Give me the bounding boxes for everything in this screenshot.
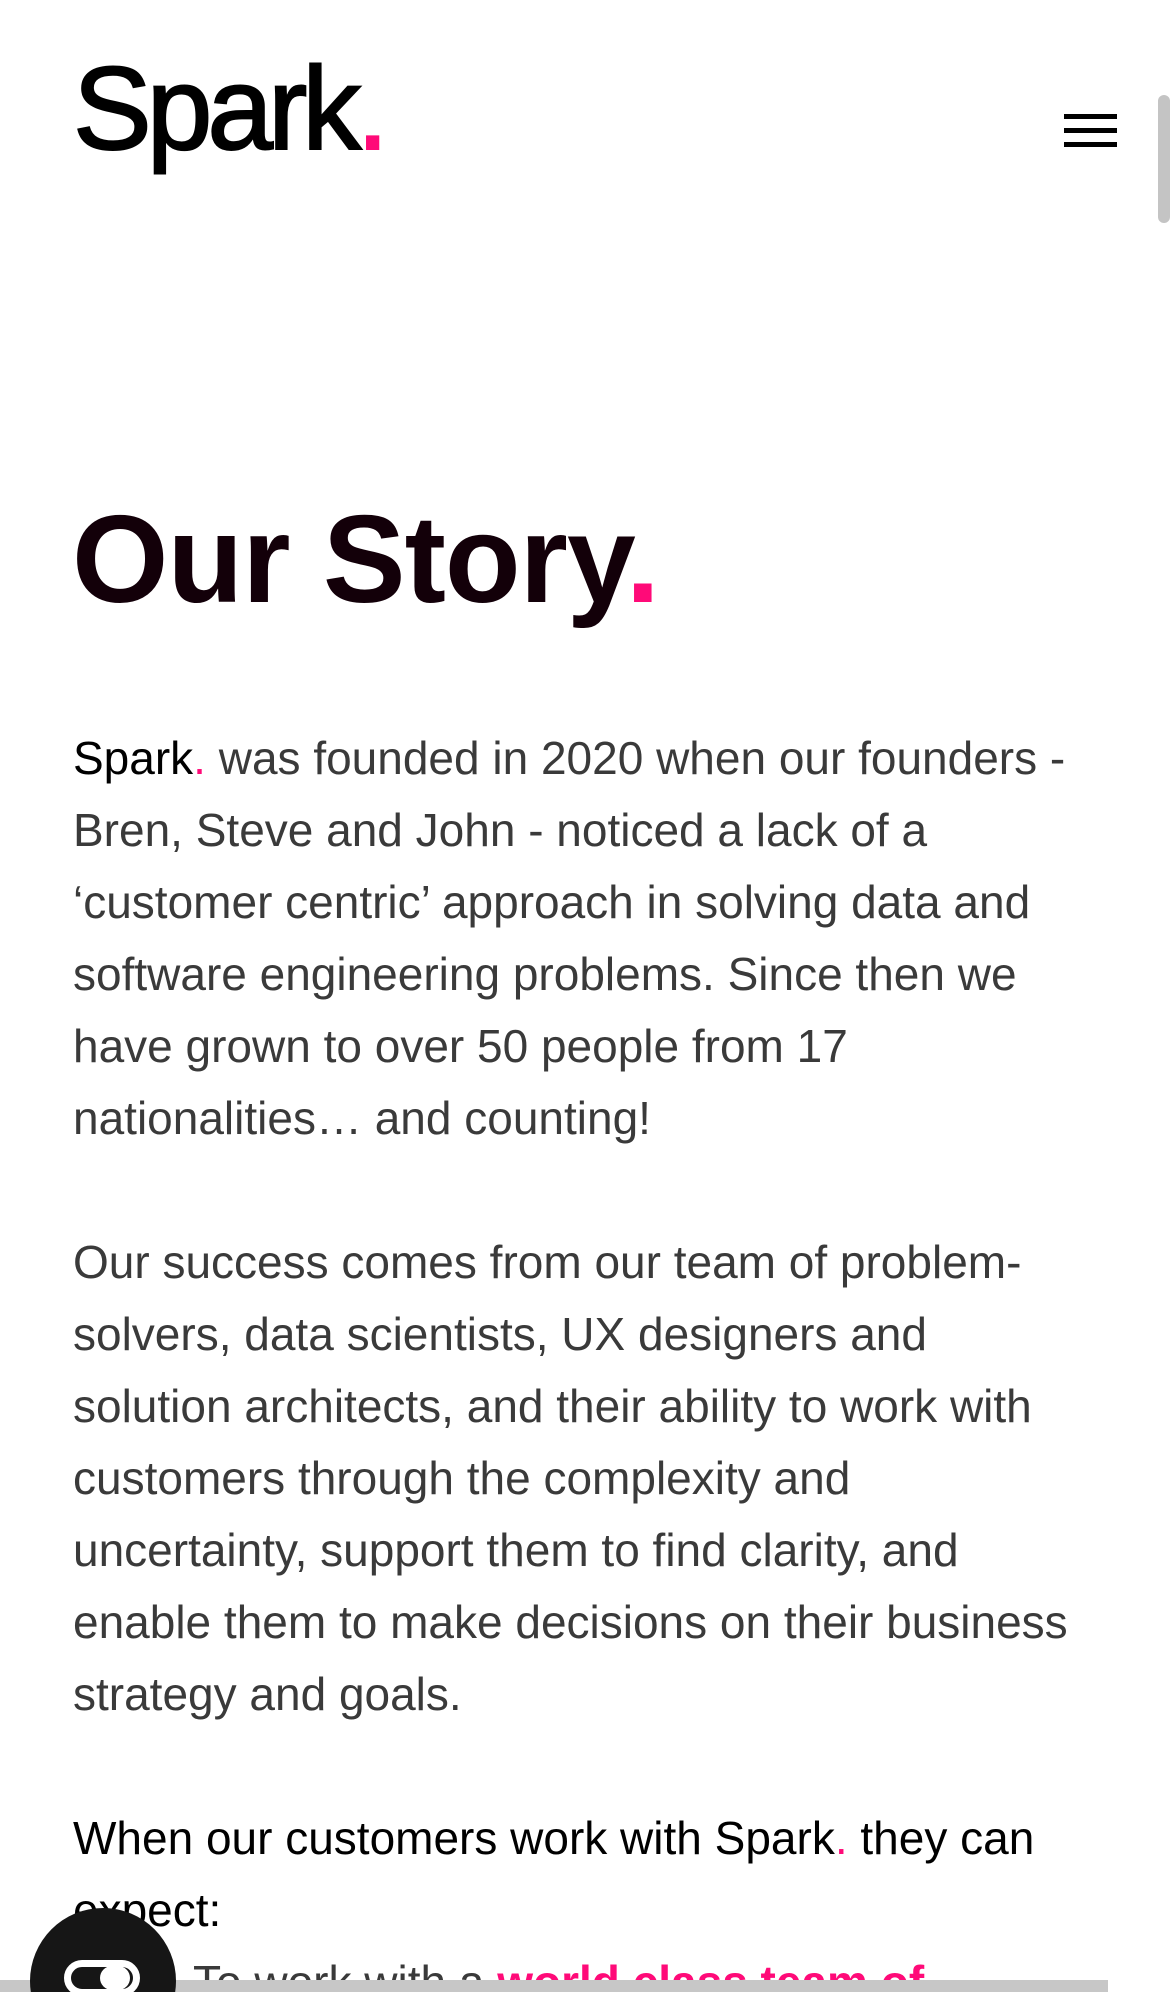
story-paragraph-3: When our customers work with Spark. they… xyxy=(73,1802,1093,1946)
toggle-knob xyxy=(100,1966,130,1990)
story-paragraph-2: Our success comes from our team of probl… xyxy=(73,1236,1068,1720)
menu-bar-middle xyxy=(1064,128,1117,133)
page-title-dot: . xyxy=(625,491,660,629)
menu-bar-bottom xyxy=(1064,142,1117,147)
brand-name: Spark xyxy=(714,1812,835,1864)
brand-dot: . xyxy=(193,732,206,784)
scrollbar-thumb[interactable] xyxy=(1158,95,1170,223)
logo-dot: . xyxy=(355,43,390,175)
menu-bar-top xyxy=(1064,114,1117,119)
story-paragraph-1: Spark. was founded in 2020 when our foun… xyxy=(73,722,1093,1154)
page: Spark. Our Story. Spark. was founded in … xyxy=(0,0,1170,1992)
brand-dot: . xyxy=(834,1812,848,1864)
page-title: Our Story. xyxy=(72,491,660,629)
spark-logo[interactable]: Spark. xyxy=(72,49,390,169)
paragraph-3-text-before: When our customers work with xyxy=(73,1812,715,1864)
page-title-text: Our Story xyxy=(72,491,627,629)
logo-text: Spark xyxy=(72,43,362,175)
story-content: Spark. was founded in 2020 when our foun… xyxy=(73,722,1093,1992)
paragraph-1-text: was founded in 2020 when our founders - … xyxy=(73,732,1066,1144)
brand-name: Spark xyxy=(73,732,194,784)
hamburger-menu-icon[interactable] xyxy=(1060,108,1120,156)
